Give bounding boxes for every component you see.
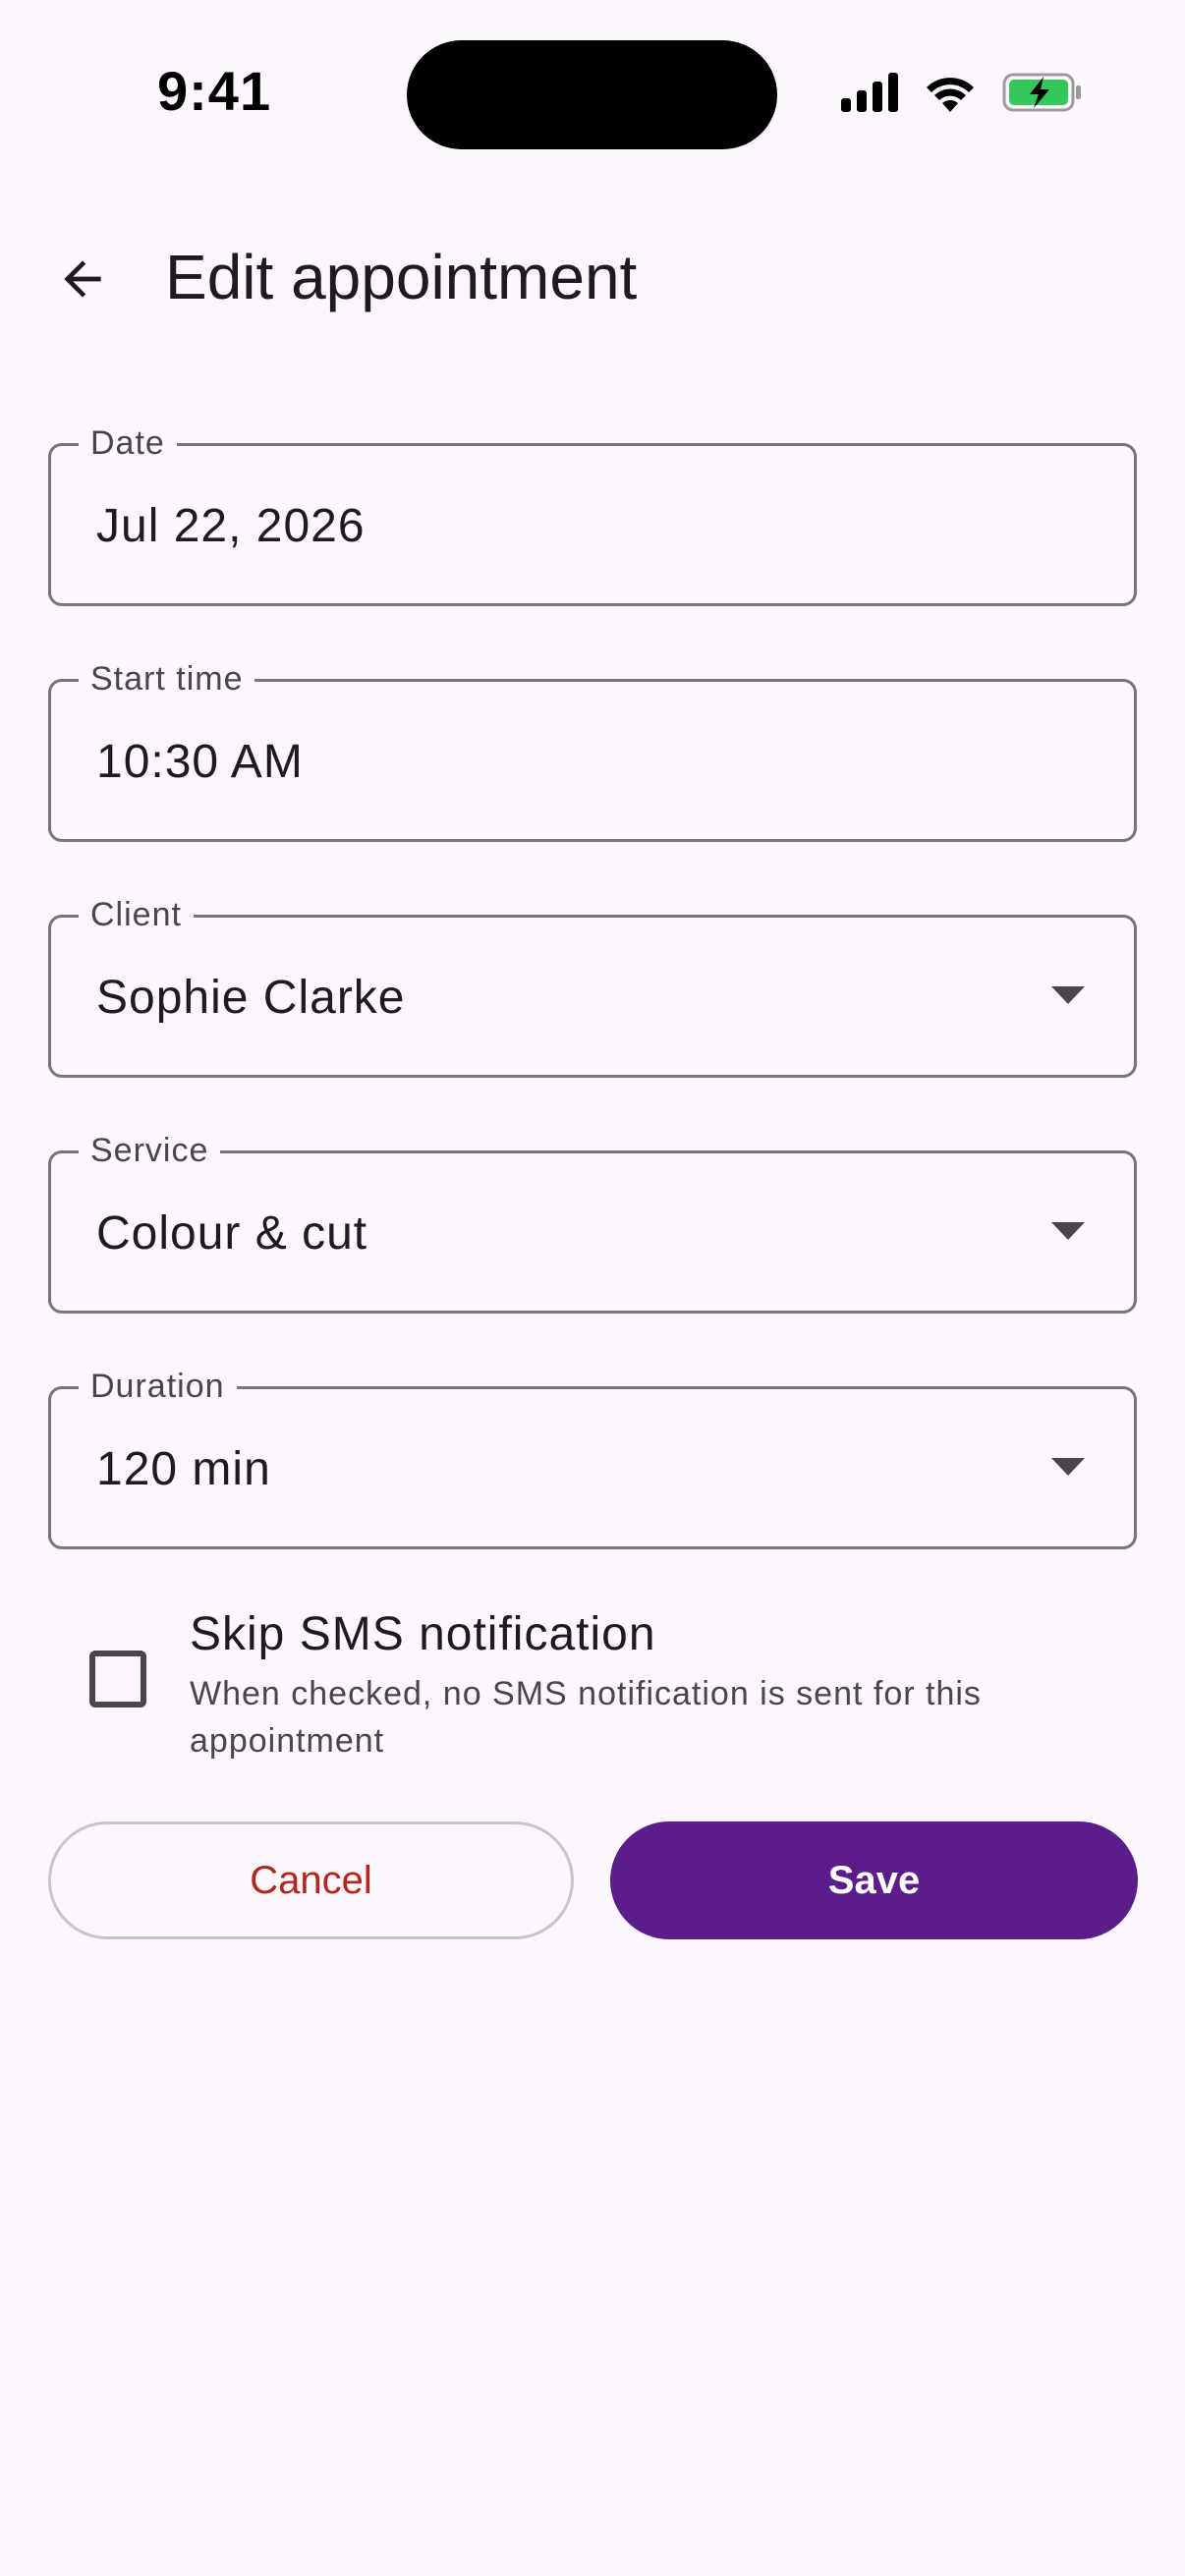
dropdown-arrow-icon: [1051, 1222, 1085, 1247]
status-icons: [841, 73, 1083, 112]
save-button[interactable]: Save: [610, 1821, 1138, 1939]
battery-charging-icon: [1002, 73, 1083, 112]
client-dropdown-value: Sophie Clarke: [96, 972, 406, 1024]
start-time-field-value: 10:30 AM: [96, 736, 304, 788]
client-dropdown[interactable]: Client Sophie Clarke: [48, 895, 1137, 1078]
start-time-field-label: Start time: [79, 659, 255, 699]
service-dropdown-value: Colour & cut: [96, 1207, 368, 1260]
start-time-field[interactable]: Start time 10:30 AM: [48, 659, 1137, 842]
date-field-label: Date: [79, 423, 177, 463]
app-bar: Edit appointment: [0, 216, 1185, 338]
date-field-value: Jul 22, 2026: [96, 500, 366, 552]
dropdown-arrow-icon: [1051, 986, 1085, 1011]
skip-sms-subtitle: When checked, no SMS notification is sen…: [190, 1675, 982, 1760]
duration-dropdown-value: 120 min: [96, 1443, 271, 1495]
service-dropdown-label: Service: [79, 1131, 221, 1170]
duration-dropdown-label: Duration: [79, 1367, 237, 1406]
status-time: 9:41: [157, 60, 272, 122]
dynamic-island: [407, 40, 777, 149]
wifi-icon: [924, 73, 977, 112]
status-bar: 9:41: [0, 0, 1185, 187]
cellular-signal-icon: [841, 73, 898, 112]
skip-sms-row[interactable]: Skip SMS notification When checked, no S…: [0, 1592, 1185, 1768]
service-dropdown[interactable]: Service Colour & cut: [48, 1131, 1137, 1314]
client-dropdown-label: Client: [79, 895, 194, 934]
back-button[interactable]: [39, 238, 126, 324]
dropdown-arrow-icon: [1051, 1458, 1085, 1483]
skip-sms-checkbox[interactable]: [89, 1651, 146, 1708]
arrow-back-icon: [55, 252, 110, 311]
cancel-button[interactable]: Cancel: [48, 1821, 574, 1939]
page-title: Edit appointment: [165, 242, 638, 312]
skip-sms-title: Skip SMS notification: [190, 1608, 656, 1660]
duration-dropdown[interactable]: Duration 120 min: [48, 1367, 1137, 1549]
date-field[interactable]: Date Jul 22, 2026: [48, 423, 1137, 606]
